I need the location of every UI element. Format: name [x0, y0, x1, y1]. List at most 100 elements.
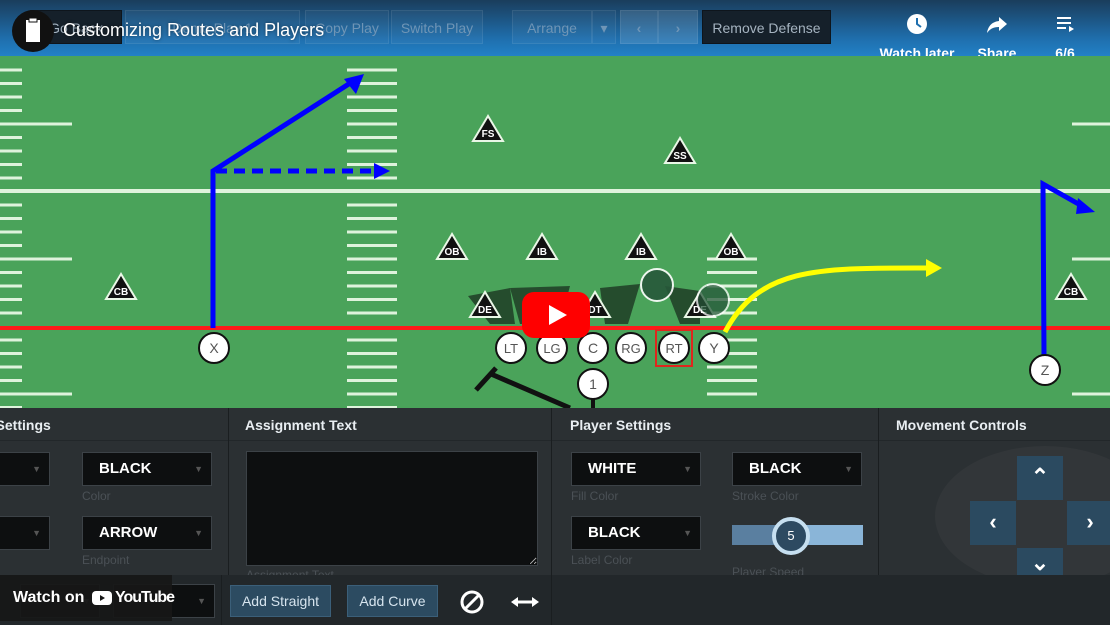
prohibited-icon	[460, 590, 484, 614]
hash-mark	[0, 230, 22, 234]
player-x[interactable]: X	[198, 332, 230, 364]
hash-mark	[347, 95, 397, 99]
hash-mark	[0, 352, 22, 355]
play-field[interactable]: FSSSOBIBIBOBCBCBDEDTDE XLTLGCRGRTY1Z	[0, 56, 1110, 408]
channel-avatar[interactable]	[12, 10, 54, 52]
y-receiver-route[interactable]	[722, 259, 942, 334]
hash-mark	[707, 271, 757, 274]
defender-ob[interactable]: OB	[435, 232, 469, 260]
add-straight-button[interactable]: Add Straight	[230, 585, 331, 617]
player-1[interactable]: 1	[577, 368, 609, 408]
player-label: RG	[621, 341, 641, 356]
hash-mark	[347, 136, 397, 139]
defender-cb[interactable]: CB	[104, 272, 138, 300]
stroke-color-select[interactable]: BLACK ▼	[732, 452, 862, 486]
defender-label: CB	[1064, 287, 1078, 298]
player-z[interactable]: Z	[1029, 354, 1061, 386]
watch-on-youtube-button[interactable]: Watch on YouTube	[0, 575, 175, 621]
fill-color-select[interactable]: WHITE ▼	[571, 452, 701, 486]
hash-mark	[347, 284, 397, 288]
chevron-left-icon: ‹	[636, 20, 642, 36]
hash-mark	[0, 122, 72, 126]
player-rt[interactable]: RT	[658, 332, 690, 364]
previous-button[interactable]: ‹	[620, 10, 658, 44]
move-down-button[interactable]: ⌄	[1017, 548, 1063, 575]
clock-icon	[907, 14, 927, 34]
field-canvas[interactable]: FSSSOBIBIBOBCBCBDEDTDE XLTLGCRGRTY1Z	[0, 56, 1110, 408]
route-color-select[interactable]: BLACK ▼	[82, 452, 212, 486]
player-label: 1	[589, 376, 597, 392]
caret-down-icon: ▼	[683, 528, 692, 538]
hash-mark	[347, 163, 397, 166]
ghost-position-marker[interactable]	[640, 268, 674, 302]
playlist-icon	[1057, 17, 1074, 32]
defender-ib[interactable]: IB	[525, 232, 559, 260]
player-label: RT	[665, 341, 682, 356]
move-up-button[interactable]: ⌃	[1017, 456, 1063, 500]
ghost-position-marker[interactable]	[696, 283, 730, 317]
z-receiver-route[interactable]	[1040, 179, 1095, 357]
route-endpoint-label: Endpoint	[82, 553, 130, 567]
playlist-button[interactable]: 6/6	[1025, 12, 1105, 61]
player-label: LG	[543, 341, 560, 356]
hash-mark	[347, 203, 397, 207]
route-arrowhead	[1076, 198, 1095, 214]
youtube-logo-icon	[92, 591, 112, 605]
slider-handle[interactable]: 5	[772, 517, 810, 555]
caret-down-icon: ▼	[194, 528, 203, 538]
hash-mark	[0, 311, 22, 315]
hash-mark	[0, 244, 22, 247]
defender-ss[interactable]: SS	[663, 136, 697, 164]
clear-route-button[interactable]	[459, 589, 485, 615]
defender-label: IB	[636, 247, 646, 258]
video-title[interactable]: Customizing Routes and Players	[63, 20, 324, 41]
caret-down-icon: ▾	[600, 20, 608, 36]
move-right-button[interactable]: ›	[1067, 501, 1110, 545]
player-rg[interactable]: RG	[615, 332, 647, 364]
label-color-select[interactable]: BLACK ▼	[571, 516, 701, 550]
hash-mark	[0, 95, 22, 99]
defender-ib[interactable]: IB	[624, 232, 658, 260]
next-button[interactable]: ›	[658, 10, 698, 44]
switch-play-button[interactable]: Switch Play	[391, 10, 483, 44]
hash-mark	[1072, 122, 1110, 126]
defender-fs[interactable]: FS	[471, 114, 505, 142]
hash-mark	[347, 176, 397, 180]
hash-mark	[707, 392, 757, 396]
route-endpoint-select[interactable]: ARROW ▼	[82, 516, 212, 550]
hash-mark	[347, 149, 397, 153]
qb-block-route[interactable]	[474, 366, 571, 408]
hash-mark	[347, 109, 397, 112]
hash-mark	[347, 352, 397, 355]
route-style-select[interactable]: ▼	[0, 516, 50, 550]
remove-defense-button[interactable]: Remove Defense	[702, 10, 831, 44]
share-arrow-icon	[987, 17, 1007, 33]
move-left-button[interactable]: ‹	[970, 501, 1016, 545]
assignment-text-input[interactable]	[246, 451, 538, 566]
youtube-play-button[interactable]	[522, 292, 590, 338]
flip-horizontal-button[interactable]	[510, 589, 540, 615]
hash-mark	[0, 136, 22, 139]
add-curve-button[interactable]: Add Curve	[347, 585, 438, 617]
hash-mark	[0, 271, 22, 274]
player-y[interactable]: Y	[698, 332, 730, 364]
defender-label: FS	[482, 129, 495, 140]
route-type-select[interactable]: ▼	[0, 452, 50, 486]
chevron-up-icon: ⌃	[1030, 464, 1050, 489]
hash-mark	[1072, 392, 1110, 396]
defender-cb[interactable]: CB	[1054, 272, 1088, 300]
player-label: LT	[504, 341, 518, 356]
watch-on-label: Watch on	[13, 589, 85, 606]
arrange-button[interactable]: Arrange	[512, 10, 592, 44]
defender-label: OB	[724, 247, 739, 258]
defender-label: OB	[445, 247, 460, 258]
player-speed-slider[interactable]: 5	[732, 517, 863, 555]
defender-label: DT	[588, 305, 601, 316]
hash-mark	[347, 230, 397, 234]
watch-later-button[interactable]: Watch later	[877, 12, 957, 61]
x-receiver-route[interactable]	[210, 74, 390, 328]
hash-mark	[0, 338, 22, 342]
player-label: X	[209, 340, 219, 356]
arrange-dropdown-toggle[interactable]: ▾	[592, 10, 616, 44]
chevron-down-icon: ⌄	[1030, 550, 1050, 575]
